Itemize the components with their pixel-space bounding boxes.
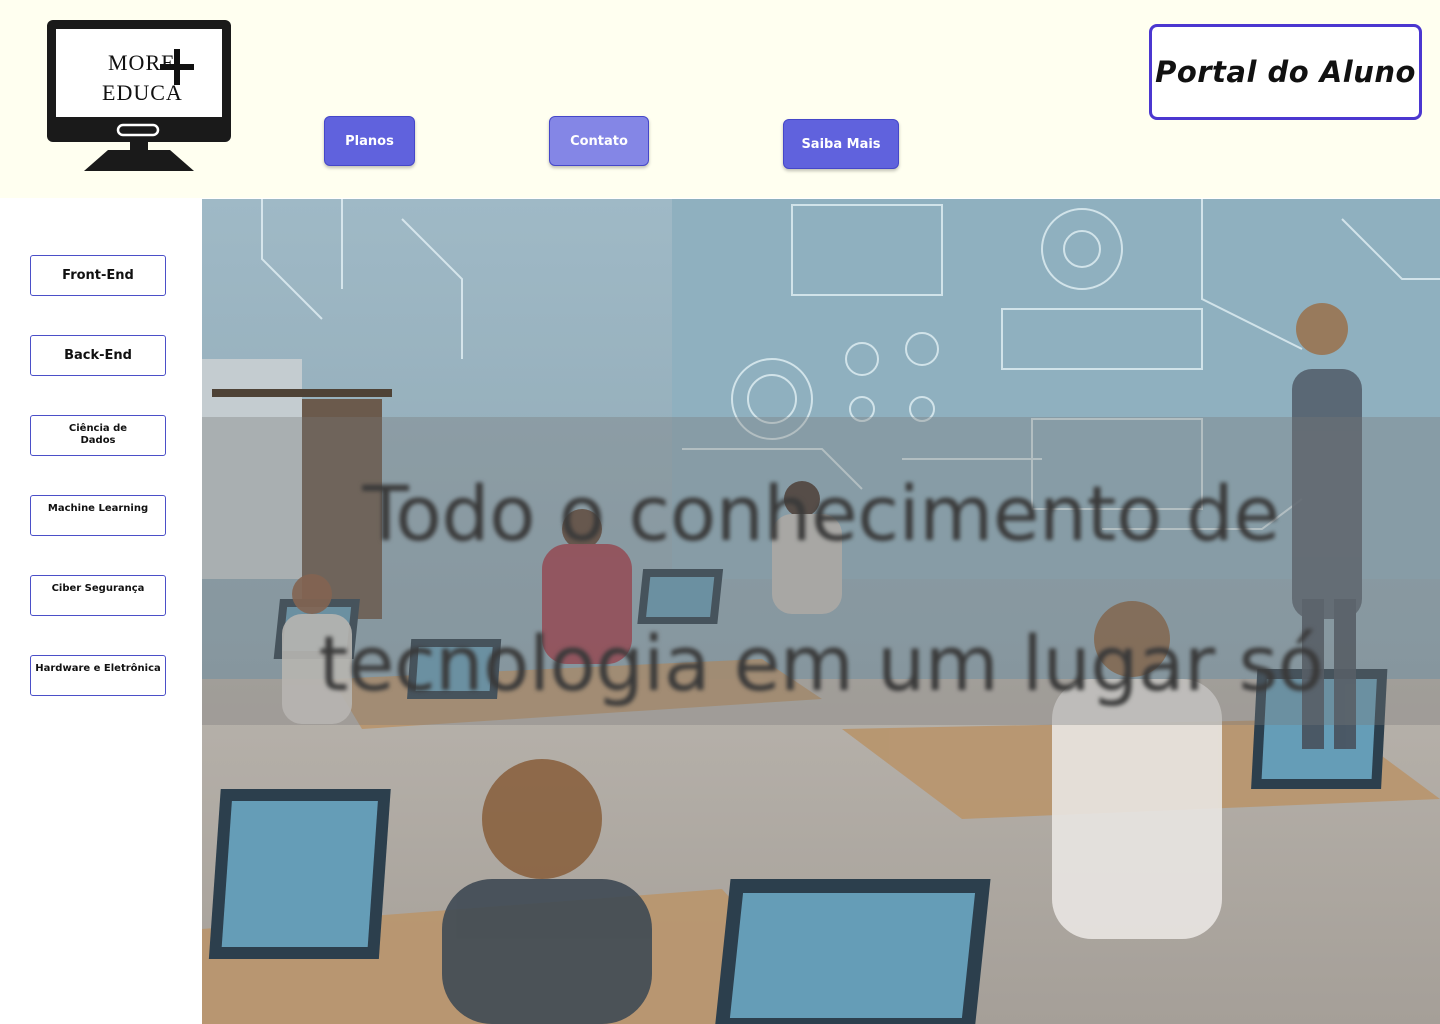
sidebar: Front-End Back-End Ciência de Dados Mach…	[0, 198, 202, 1024]
contato-button[interactable]: Contato	[549, 116, 649, 166]
planos-button[interactable]: Planos	[324, 116, 415, 166]
logo-line-1: MORE	[108, 50, 176, 75]
hero-line-1: Todo o conhecimento de	[362, 469, 1280, 558]
hero-banner: Todo o conhecimento de tecnologia em um …	[202, 199, 1440, 1024]
sidebar-item-front-end[interactable]: Front-End	[30, 255, 166, 296]
hero-line-2: tecnologia em um lugar só	[318, 619, 1324, 708]
sidebar-item-back-end[interactable]: Back-End	[30, 335, 166, 376]
sidebar-item-ciencia-de-dados[interactable]: Ciência de Dados	[30, 415, 166, 456]
logo[interactable]: MORE EDUCA	[46, 19, 232, 171]
header: MORE EDUCA Planos Contato Saiba Mais Por…	[0, 0, 1440, 198]
portal-do-aluno-button[interactable]: Portal do Aluno	[1149, 24, 1422, 120]
sidebar-item-machine-learning[interactable]: Machine Learning	[30, 495, 166, 536]
logo-line-2: EDUCA	[102, 80, 183, 105]
hero-title: Todo o conhecimento de tecnologia em um …	[202, 439, 1440, 739]
sidebar-item-hardware-eletronica[interactable]: Hardware e Eletrônica	[30, 655, 166, 696]
logo-text: MORE EDUCA	[56, 28, 222, 116]
sidebar-item-ciber-seguranca[interactable]: Ciber Segurança	[30, 575, 166, 616]
saiba-mais-button[interactable]: Saiba Mais	[783, 119, 899, 169]
